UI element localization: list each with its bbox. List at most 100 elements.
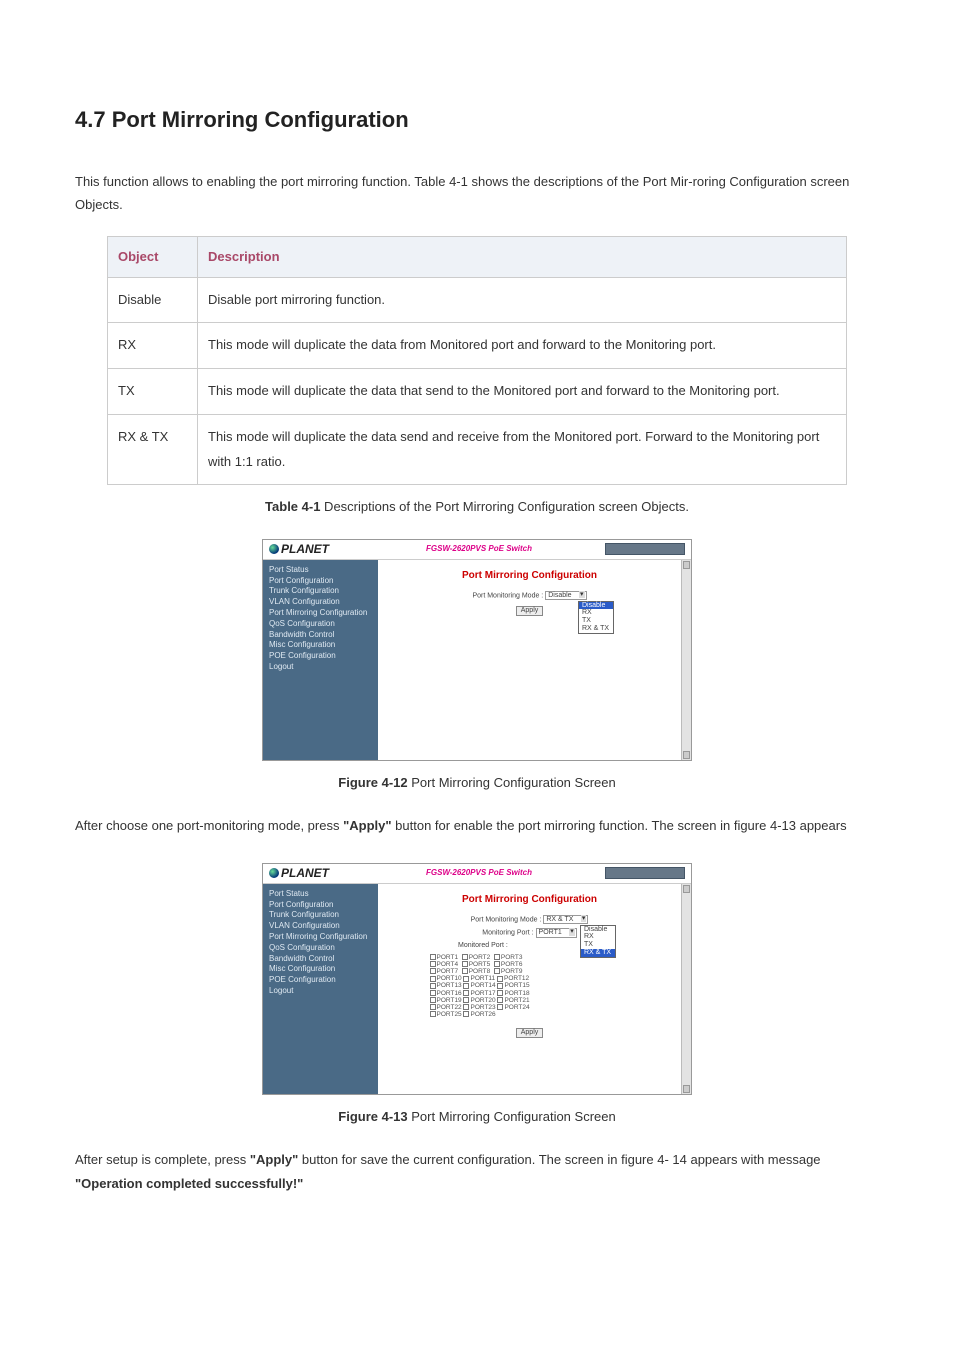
sidebar-item[interactable]: QoS Configuration xyxy=(269,944,372,953)
dropdown-option[interactable]: RX xyxy=(579,609,613,617)
logo: PLANET xyxy=(269,543,329,556)
port-checkbox[interactable] xyxy=(497,976,503,982)
cell-description: This mode will duplicate the data send a… xyxy=(198,414,847,484)
port-checkbox[interactable] xyxy=(430,997,436,1003)
port-checkbox[interactable] xyxy=(494,961,500,967)
scroll-up-icon[interactable] xyxy=(683,885,690,893)
th-description: Description xyxy=(198,237,847,277)
sidebar-item[interactable]: Bandwidth Control xyxy=(269,631,372,640)
dropdown-option[interactable]: TX xyxy=(581,941,615,949)
port-checkbox[interactable] xyxy=(494,954,500,960)
port-label: PORT18 xyxy=(504,990,529,997)
sidebar-item[interactable]: Port Mirroring Configuration xyxy=(269,609,372,618)
sidebar-item[interactable]: Misc Configuration xyxy=(269,965,372,974)
port-checkbox[interactable] xyxy=(430,990,436,996)
dropdown-option[interactable]: TX xyxy=(579,617,613,625)
port-label: PORT5 xyxy=(469,961,491,968)
port-label: PORT2 xyxy=(469,954,491,961)
sidebar: Port Status Port Configuration Trunk Con… xyxy=(263,884,378,1094)
section-heading: 4.7 Port Mirroring Configuration xyxy=(75,100,879,140)
port-checkbox[interactable] xyxy=(462,961,468,967)
table-row: Disable Disable port mirroring function. xyxy=(108,277,847,323)
port-checkbox[interactable] xyxy=(430,1004,436,1010)
scroll-down-icon[interactable] xyxy=(683,1085,690,1093)
port-label: PORT14 xyxy=(470,982,495,989)
model-label: FGSW-2620PVS PoE Switch xyxy=(426,545,532,554)
mode-dropdown[interactable]: Disable RX TX RX & TX xyxy=(578,601,614,634)
port-label: PORT22 xyxy=(437,1004,462,1011)
sidebar-item[interactable]: Port Mirroring Configuration xyxy=(269,933,372,942)
device-image xyxy=(605,867,685,879)
port-label: PORT19 xyxy=(437,997,462,1004)
text-bold: "Operation completed successfully!" xyxy=(75,1176,303,1191)
cell-object: TX xyxy=(108,369,198,415)
sidebar-item[interactable]: VLAN Configuration xyxy=(269,598,372,607)
port-label: PORT9 xyxy=(501,968,523,975)
monitoring-port-select[interactable]: PORT1 xyxy=(536,928,577,938)
sidebar-item[interactable]: Trunk Configuration xyxy=(269,587,372,596)
sidebar-item[interactable]: Bandwidth Control xyxy=(269,955,372,964)
monitoring-port-label: Monitoring Port : xyxy=(482,930,533,937)
sidebar-item[interactable]: Logout xyxy=(269,663,372,672)
apply-button[interactable]: Apply xyxy=(516,1028,544,1038)
port-checkbox[interactable] xyxy=(430,961,436,967)
port-checkbox[interactable] xyxy=(497,990,503,996)
port-checkbox[interactable] xyxy=(430,983,436,989)
dropdown-option[interactable]: RX & TX xyxy=(579,625,613,633)
port-checkbox[interactable] xyxy=(463,976,469,982)
text-bold: "Apply" xyxy=(343,818,391,833)
sidebar-item[interactable]: POE Configuration xyxy=(269,976,372,985)
caption-rest: Descriptions of the Port Mirroring Confi… xyxy=(320,499,689,514)
sidebar-item[interactable]: VLAN Configuration xyxy=(269,922,372,931)
mode-select[interactable]: RX & TX xyxy=(543,915,588,925)
port-checkbox[interactable] xyxy=(430,954,436,960)
port-checkbox[interactable] xyxy=(462,968,468,974)
dropdown-option[interactable]: RX xyxy=(581,933,615,941)
sidebar-item[interactable]: POE Configuration xyxy=(269,652,372,661)
port-checkbox[interactable] xyxy=(494,968,500,974)
table-caption: Table 4-1 Descriptions of the Port Mirro… xyxy=(75,495,879,518)
port-checkbox[interactable] xyxy=(497,983,503,989)
port-label: PORT12 xyxy=(504,975,529,982)
device-image xyxy=(605,543,685,555)
scroll-down-icon[interactable] xyxy=(683,751,690,759)
port-label: PORT11 xyxy=(470,975,495,982)
port-checkbox[interactable] xyxy=(463,1011,469,1017)
sidebar-item[interactable]: Port Configuration xyxy=(269,901,372,910)
mode-dropdown[interactable]: Disable RX TX RX & TX xyxy=(580,925,616,958)
port-checkbox[interactable] xyxy=(497,997,503,1003)
sidebar-item[interactable]: Port Status xyxy=(269,890,372,899)
model-label: FGSW-2620PVS PoE Switch xyxy=(426,869,532,878)
sidebar-item[interactable]: Port Status xyxy=(269,566,372,575)
port-row: PORT19 PORT20 PORT21 xyxy=(430,997,630,1004)
sidebar-item[interactable]: Trunk Configuration xyxy=(269,911,372,920)
figure-caption: Figure 4-12 Port Mirroring Configuration… xyxy=(75,771,879,794)
mode-label: Port Monitoring Mode : xyxy=(471,916,542,923)
port-checkbox[interactable] xyxy=(463,983,469,989)
port-checkbox[interactable] xyxy=(462,954,468,960)
port-checkbox[interactable] xyxy=(430,1011,436,1017)
sidebar-item[interactable]: Port Configuration xyxy=(269,577,372,586)
port-checkbox[interactable] xyxy=(430,976,436,982)
port-checkbox[interactable] xyxy=(430,968,436,974)
dropdown-option[interactable]: Disable xyxy=(579,602,613,610)
scroll-up-icon[interactable] xyxy=(683,561,690,569)
dropdown-option[interactable]: Disable xyxy=(581,926,615,934)
scrollbar[interactable] xyxy=(681,560,691,760)
logo-icon xyxy=(269,868,279,878)
port-checkbox[interactable] xyxy=(497,1004,503,1010)
sidebar-item[interactable]: Logout xyxy=(269,987,372,996)
scrollbar[interactable] xyxy=(681,884,691,1094)
port-checkbox[interactable] xyxy=(463,997,469,1003)
table-row: RX This mode will duplicate the data fro… xyxy=(108,323,847,369)
mode-select[interactable]: Disable xyxy=(545,591,586,601)
sidebar-item[interactable]: QoS Configuration xyxy=(269,620,372,629)
intro-paragraph: This function allows to enabling the por… xyxy=(75,170,879,217)
apply-button[interactable]: Apply xyxy=(516,606,544,616)
dropdown-option[interactable]: RX & TX xyxy=(581,949,615,957)
port-checkbox[interactable] xyxy=(463,990,469,996)
monitored-port-label: Monitored Port : xyxy=(458,942,508,949)
port-checkbox[interactable] xyxy=(463,1004,469,1010)
port-label: PORT21 xyxy=(504,997,529,1004)
sidebar-item[interactable]: Misc Configuration xyxy=(269,641,372,650)
